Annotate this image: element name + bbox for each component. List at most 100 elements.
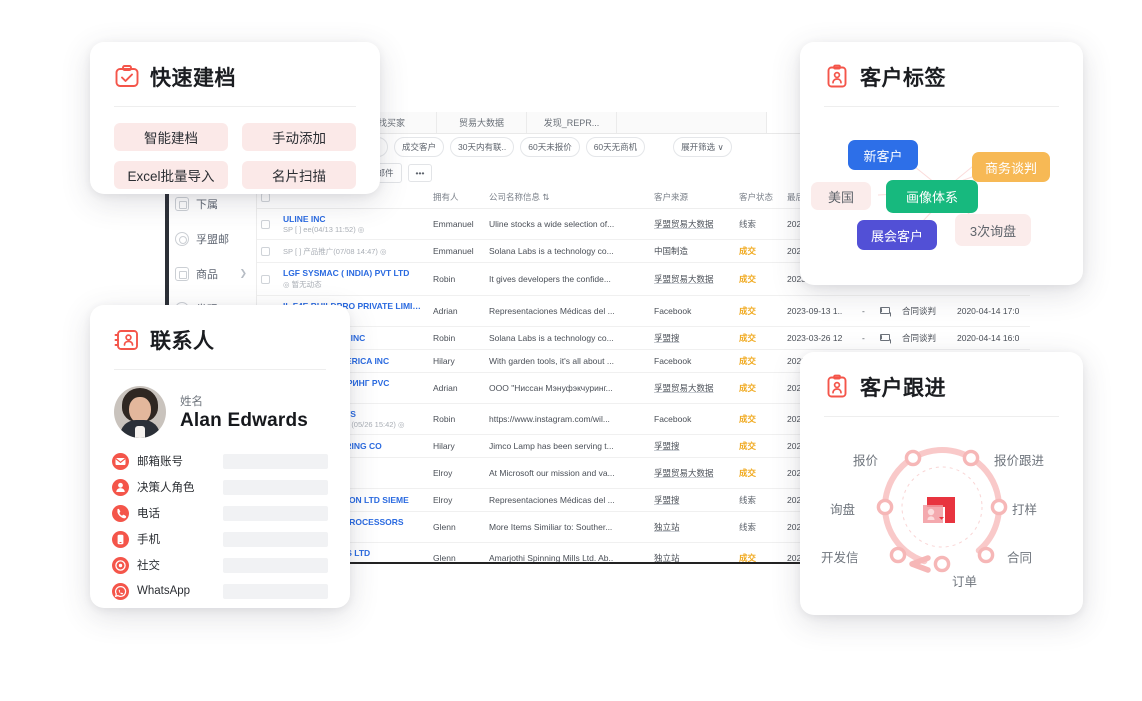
cell-company[interactable]: ULINE INC SP [ ] ee(04/13 11:52) ◎ bbox=[279, 208, 429, 240]
smart-archive-button[interactable]: 智能建档 bbox=[114, 123, 228, 151]
cell-select[interactable] bbox=[257, 262, 279, 296]
cell-source: 孚盟搜 bbox=[650, 488, 735, 512]
th-owner: 拥有人 bbox=[429, 186, 485, 209]
cell-stage: 合同谈判 bbox=[898, 326, 953, 350]
cell-company[interactable]: SP [ ] 产品推广(07/08 14:47) ◎ bbox=[279, 239, 429, 263]
contact-field-value[interactable] bbox=[223, 479, 328, 495]
cell-owner: Elroy bbox=[429, 457, 485, 489]
contacts-card: 联系人 姓名 Alan Edwards 邮箱账号 决策人角色 电话 手机 社交 Whats… bbox=[90, 305, 350, 608]
sidebar-item-label: 商品 bbox=[196, 268, 218, 281]
stage-label-order: 订单 bbox=[952, 575, 978, 589]
row-checkbox[interactable] bbox=[261, 219, 270, 229]
contact-field-row[interactable]: 手机 bbox=[112, 526, 328, 552]
tag-label: 画像体系 bbox=[905, 190, 958, 205]
source-value: 孚盟贸易大数据 bbox=[654, 219, 714, 229]
cell-last-contact: 2023-03-26 12 bbox=[783, 326, 858, 350]
cell-select[interactable] bbox=[257, 239, 279, 263]
cell-source: 孚盟搜 bbox=[650, 434, 735, 458]
cell-company[interactable]: LGF SYSMAC ( INDIA) PVT LTD ◎ 暂无动态 bbox=[279, 262, 429, 296]
contact-field-label: 手机 bbox=[137, 534, 160, 546]
customer-followup-title: 客户跟进 bbox=[860, 377, 946, 400]
brand-logo-icon bbox=[923, 497, 955, 523]
contact-field-value[interactable] bbox=[223, 583, 328, 599]
filter-chip-expand[interactable]: 展开筛选 ∨ bbox=[673, 137, 732, 157]
cell-owner: Glenn bbox=[429, 542, 485, 572]
followup-cycle-diagram: 报价 报价跟进 打样 合同 订单 开发信 询盘 bbox=[800, 417, 1083, 597]
contacts-title: 联系人 bbox=[150, 330, 215, 353]
contact-field-value[interactable] bbox=[223, 505, 328, 521]
badge-person-icon bbox=[827, 64, 847, 88]
filter-chip-closed-customers[interactable]: 成交客户 bbox=[394, 137, 445, 157]
tab-discover-repr[interactable]: 发现_REPR... bbox=[527, 112, 617, 133]
mail-icon[interactable] bbox=[880, 307, 890, 314]
tag-business-negotiation[interactable]: 商务谈判 bbox=[972, 152, 1050, 182]
contact-field-value[interactable] bbox=[223, 453, 328, 469]
cell-status: 成交 bbox=[735, 542, 783, 572]
source-value: 孚盟搜 bbox=[654, 441, 680, 451]
cell-status: 成交 bbox=[735, 457, 783, 489]
cell-stage: 合同谈判 bbox=[898, 295, 953, 327]
cell-select[interactable] bbox=[257, 208, 279, 240]
cell-status: 成交 bbox=[735, 434, 783, 458]
phone-icon bbox=[112, 504, 129, 522]
cell-source: 孚盟搜 bbox=[650, 326, 735, 350]
cell-owner: Robin bbox=[429, 262, 485, 296]
filter-chip-no-opportunity-60d[interactable]: 60天无商机 bbox=[585, 137, 646, 157]
cell-description: Jimco Lamp has been serving t... bbox=[485, 434, 650, 458]
action-more[interactable]: ••• bbox=[407, 164, 433, 182]
tab-trade-bigdata[interactable]: 贸易大数据 bbox=[437, 112, 527, 133]
cell-mail-icon[interactable] bbox=[876, 326, 898, 350]
quick-archive-buttons: 智能建档 手动添加 Excel批量导入 名片扫描 bbox=[90, 107, 380, 189]
status-badge: 成交 bbox=[739, 383, 757, 393]
table-row[interactable]: IL F4E BUILDPRO PRIVATE LIMITED(09/13 17… bbox=[257, 295, 1030, 327]
cell-owner: Robin bbox=[429, 326, 485, 350]
cell-owner: Robin bbox=[429, 403, 485, 435]
card-scan-button[interactable]: 名片扫描 bbox=[242, 161, 356, 189]
contact-field-row[interactable]: WhatsApp bbox=[112, 578, 328, 604]
contact-card-icon bbox=[114, 330, 138, 350]
chevron-right-icon: ❯ bbox=[239, 268, 247, 278]
th-company-info[interactable]: 公司名称信息 ⇅ bbox=[485, 186, 650, 209]
filter-chip-contacted-30d[interactable]: 30天内有联.. bbox=[450, 137, 515, 157]
mail-icon[interactable] bbox=[880, 334, 890, 341]
mobile-icon bbox=[112, 530, 129, 548]
source-value: 孚盟贸易大数据 bbox=[654, 274, 714, 284]
company-subtext: SP [ ] 产品推广(07/08 14:47) ◎ bbox=[283, 247, 387, 256]
excel-import-button[interactable]: Excel批量导入 bbox=[114, 161, 228, 189]
source-value: 孚盟搜 bbox=[654, 333, 680, 343]
cell-status: 成交 bbox=[735, 239, 783, 263]
cell-description: With garden tools, it's all about ... bbox=[485, 349, 650, 373]
contact-field-value[interactable] bbox=[223, 531, 328, 547]
contact-field-row[interactable]: 社交 bbox=[112, 552, 328, 578]
source-value: Facebook bbox=[654, 414, 692, 424]
table-row[interactable]: RES @SERVICE INCRobinSolana Labs is a te… bbox=[257, 326, 1030, 350]
tag-portrait-system[interactable]: 画像体系 bbox=[886, 180, 978, 213]
cell-description: https://www.instagram.com/wil... bbox=[485, 403, 650, 435]
sidebar-item-mail[interactable]: 孚盟邮 bbox=[165, 221, 256, 256]
tag-new-customer[interactable]: 新客户 bbox=[848, 140, 918, 170]
th-source: 客户来源 bbox=[650, 186, 735, 209]
contact-field-value[interactable] bbox=[223, 557, 328, 573]
cell-owner: Hilary bbox=[429, 434, 485, 458]
contact-field-row[interactable]: 邮箱账号 bbox=[112, 448, 328, 474]
contact-field-row[interactable]: 电话 bbox=[112, 500, 328, 526]
cell-description: More Items Similiar to: Souther... bbox=[485, 511, 650, 543]
tag-usa[interactable]: 美国 bbox=[811, 182, 871, 210]
company-name[interactable]: LGF SYSMAC ( INDIA) PVT LTD bbox=[283, 268, 425, 278]
cell-status: 线索 bbox=[735, 208, 783, 240]
stage-label-quote: 报价 bbox=[853, 454, 879, 468]
filter-chip-no-quote-60d[interactable]: 60天未报价 bbox=[520, 137, 580, 157]
social-icon bbox=[112, 556, 129, 574]
manual-add-button[interactable]: 手动添加 bbox=[242, 123, 356, 151]
cell-mail-icon[interactable] bbox=[876, 295, 898, 327]
avatar-shirt bbox=[135, 426, 145, 438]
row-checkbox[interactable] bbox=[261, 274, 270, 284]
source-value: 中国制造 bbox=[654, 246, 689, 256]
tag-three-inquiries[interactable]: 3次询盘 bbox=[955, 214, 1031, 246]
tag-exhibition-customer[interactable]: 展会客户 bbox=[857, 220, 937, 250]
row-checkbox[interactable] bbox=[261, 246, 270, 256]
contact-field-row[interactable]: 决策人角色 bbox=[112, 474, 328, 500]
sidebar-item-product[interactable]: 商品 ❯ bbox=[165, 256, 256, 291]
customer-tags-title: 客户标签 bbox=[860, 67, 946, 90]
company-name[interactable]: ULINE INC bbox=[283, 214, 425, 224]
